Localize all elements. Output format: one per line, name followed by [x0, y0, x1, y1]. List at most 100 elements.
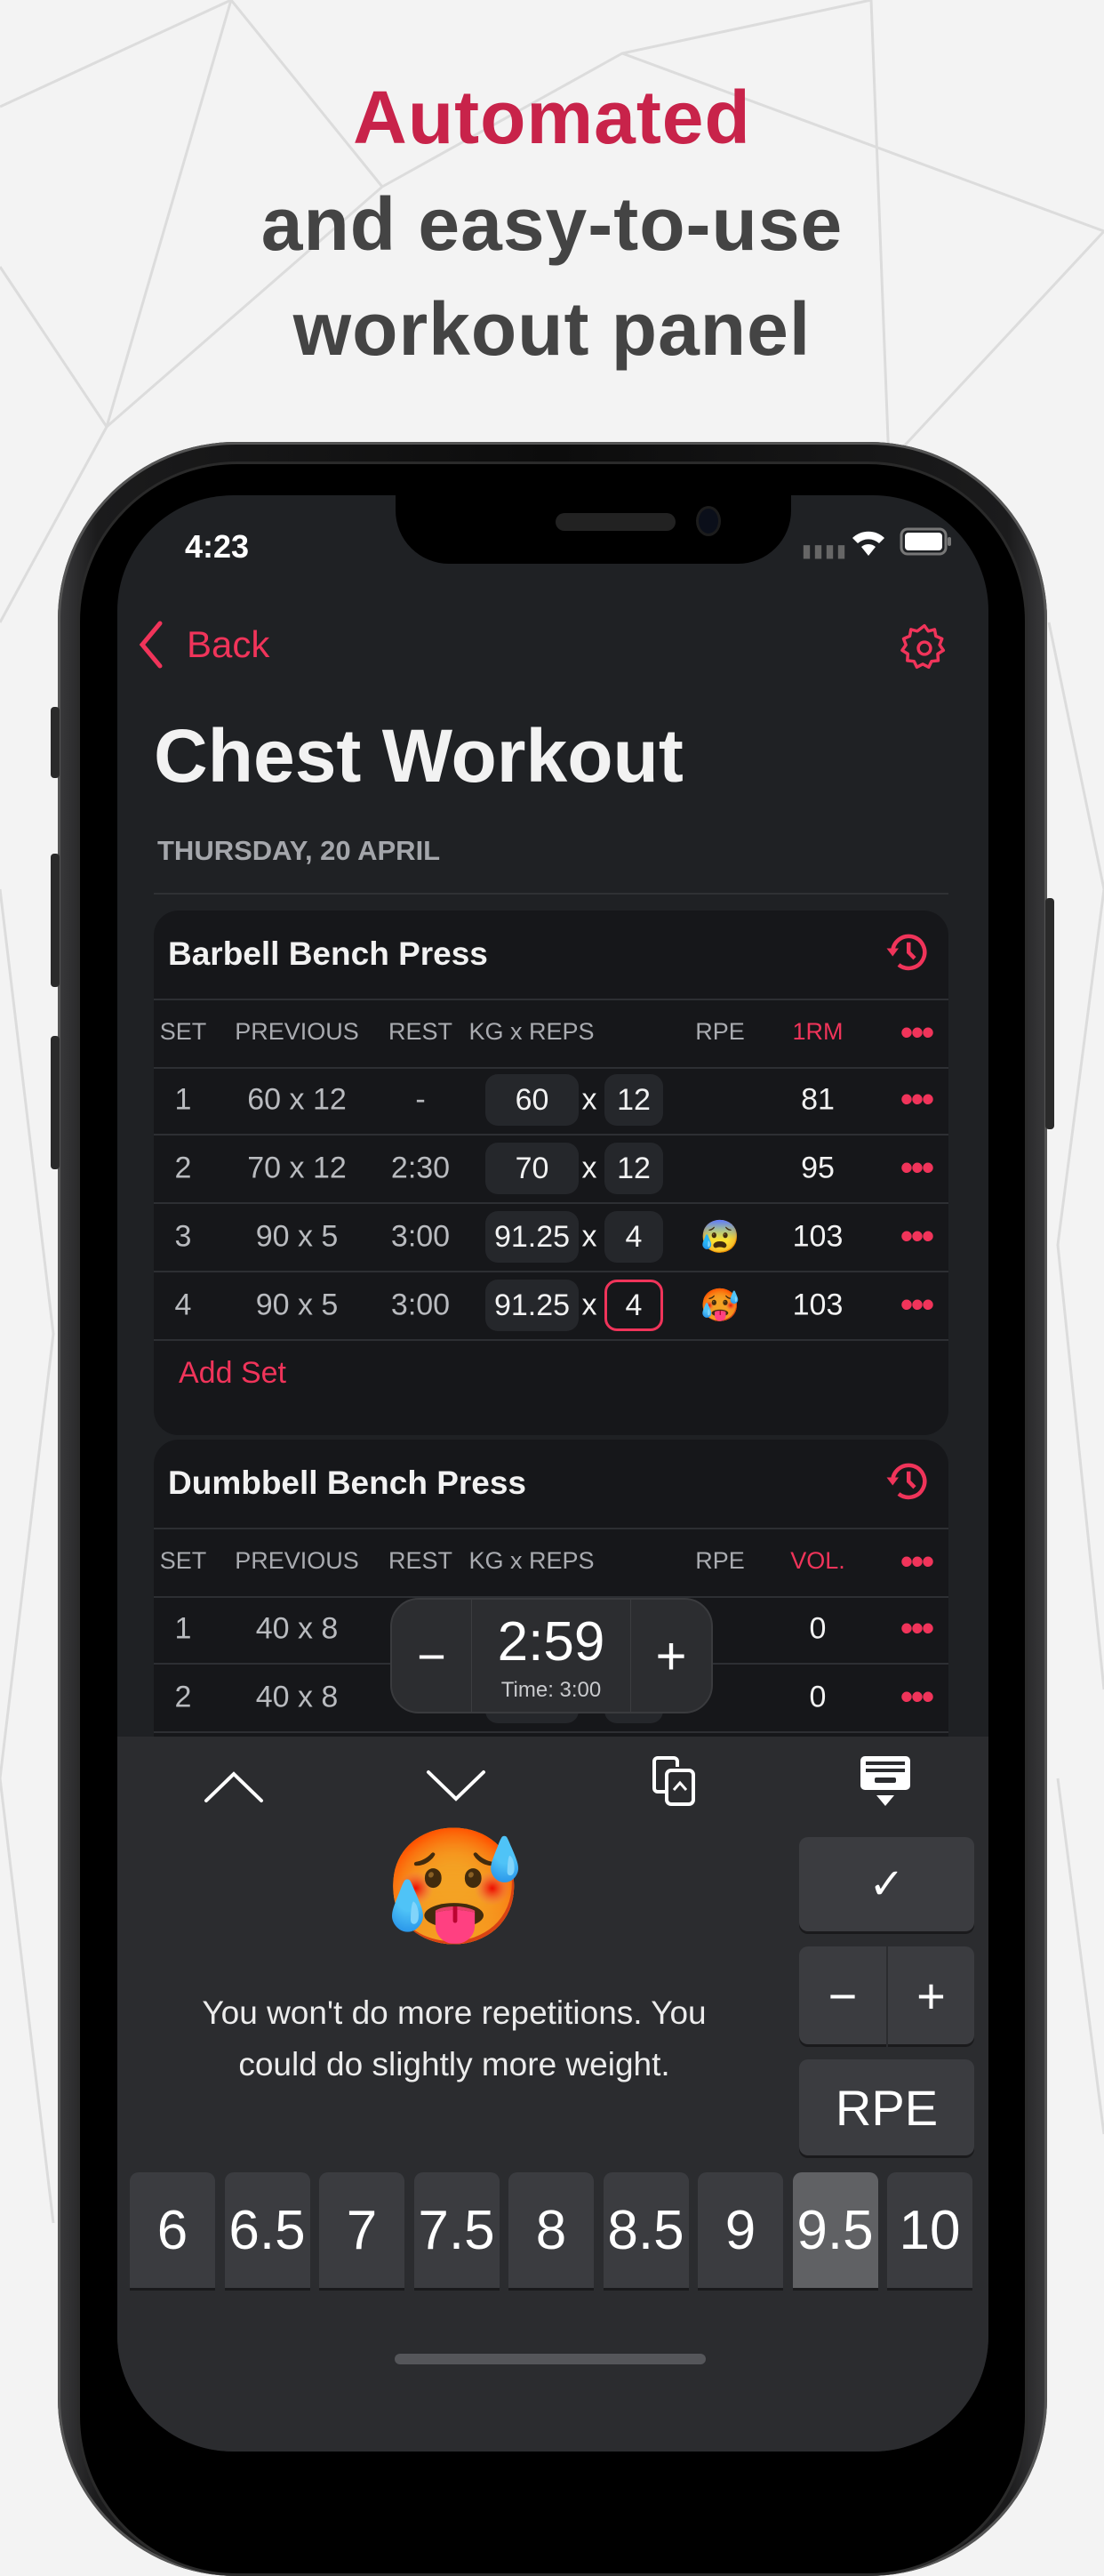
rpe-value-key[interactable]: 8.5: [603, 2172, 689, 2288]
power-button: [1045, 898, 1054, 1129]
chevron-up-icon[interactable]: [203, 1769, 265, 1804]
rpe-message-line-1: You won't do more repetitions. You: [202, 1994, 707, 2031]
exercise-name: Barbell Bench Press: [168, 935, 488, 972]
weight-input[interactable]: 60: [485, 1074, 579, 1126]
home-indicator: [395, 2354, 706, 2364]
previous-value: 90 x 5: [255, 1288, 339, 1322]
copy-previous-icon[interactable]: [651, 1754, 713, 1808]
rpe-value-key[interactable]: 10: [887, 2172, 972, 2288]
chevron-left-icon: [139, 621, 163, 669]
weight-input[interactable]: 91.25: [485, 1280, 579, 1331]
rpe-value-key[interactable]: 8: [508, 2172, 594, 2288]
previous-value: 40 x 8: [255, 1611, 339, 1646]
one-rep-max: 103: [792, 1288, 844, 1322]
rpe-value[interactable]: 😰: [700, 1218, 740, 1256]
status-time: 4:23: [185, 528, 250, 565]
rest-time: 3:00: [390, 1288, 451, 1322]
gear-icon[interactable]: [896, 620, 953, 677]
back-label: Back: [187, 623, 270, 665]
volume: 0: [809, 1680, 827, 1714]
workout-date: THURSDAY, 20 APRIL: [157, 835, 441, 866]
set-options-icon[interactable]: •••: [900, 1149, 934, 1189]
rest-time: -: [415, 1082, 426, 1117]
set-number: 3: [174, 1219, 192, 1254]
rpe-emoji: 🥵: [383, 1824, 525, 1951]
timer-minus-button[interactable]: −: [392, 1600, 472, 1712]
column-header: KG x REPS: [468, 1547, 595, 1574]
more-options-icon[interactable]: •••: [900, 1014, 934, 1054]
column-header: SET: [159, 1547, 207, 1574]
timer-subtitle: Time: 3:00: [500, 1678, 602, 1702]
set-options-icon[interactable]: •••: [900, 1678, 934, 1718]
rpe-value-key[interactable]: 6: [130, 2172, 215, 2288]
rpe-value[interactable]: 🥵: [700, 1287, 740, 1324]
times-sign: x: [581, 1151, 597, 1185]
reps-input[interactable]: 12: [604, 1074, 663, 1126]
rest-time: 3:00: [390, 1219, 451, 1254]
reps-input[interactable]: 12: [604, 1143, 663, 1194]
set-number: 1: [174, 1611, 192, 1646]
column-header: PREVIOUS: [235, 1018, 359, 1045]
column-header: SET: [159, 1018, 207, 1045]
column-header: RPE: [695, 1018, 745, 1045]
back-button[interactable]: Back: [137, 620, 269, 670]
set-number: 1: [174, 1082, 192, 1117]
one-rep-max: 103: [792, 1219, 844, 1254]
timer-plus-button[interactable]: +: [631, 1600, 711, 1712]
weight-input[interactable]: 91.25: [485, 1211, 579, 1263]
volume-up-button: [51, 854, 60, 987]
rpe-value-key[interactable]: 6.5: [224, 2172, 310, 2288]
one-rep-max: 95: [801, 1151, 835, 1185]
column-header: PREVIOUS: [235, 1547, 359, 1574]
exercise-card: Barbell Bench Press SET PREVIOUS REST KG x …: [154, 911, 948, 1435]
history-icon[interactable]: [883, 1457, 931, 1505]
chevron-down-icon[interactable]: [425, 1769, 487, 1804]
rest-time: 2:30: [390, 1151, 451, 1185]
app-screen: 4:23 ▮▮▮▮ Back Chest Workout THURSDAY, 2…: [117, 495, 988, 2452]
column-header: KG x REPS: [468, 1018, 595, 1045]
headline-line-2: and easy-to-use: [260, 182, 844, 266]
rpe-value-key[interactable]: 9.5: [792, 2172, 878, 2288]
signal-icon: ▮▮▮▮: [802, 542, 849, 561]
times-sign: x: [581, 1288, 597, 1322]
rpe-value-key[interactable]: 9: [698, 2172, 783, 2288]
history-icon[interactable]: [883, 928, 931, 976]
wifi-icon: [852, 531, 884, 556]
rpe-value-key[interactable]: 7.5: [413, 2172, 500, 2288]
add-set-button[interactable]: Add Set: [179, 1356, 286, 1391]
rpe-increment-button[interactable]: +: [888, 1946, 974, 2044]
one-rep-max: 81: [801, 1082, 835, 1117]
set-number: 2: [174, 1151, 192, 1185]
weight-input[interactable]: 70: [485, 1143, 579, 1194]
mute-switch: [51, 707, 60, 778]
previous-value: 60 x 12: [247, 1082, 347, 1117]
more-options-icon[interactable]: •••: [900, 1543, 934, 1583]
reps-input[interactable]: 4: [604, 1280, 663, 1331]
timer-value: 2:59: [497, 1611, 605, 1673]
times-sign: x: [581, 1219, 597, 1254]
times-sign: x: [581, 1082, 597, 1117]
keyboard-dismiss-icon[interactable]: [859, 1754, 912, 1808]
column-header: REST: [388, 1018, 453, 1045]
previous-value: 40 x 8: [255, 1680, 339, 1714]
exercise-name: Dumbbell Bench Press: [168, 1465, 527, 1501]
rpe-decrement-button[interactable]: −: [799, 1946, 886, 2044]
set-options-icon[interactable]: •••: [900, 1080, 934, 1120]
rpe-value-key[interactable]: 7: [319, 2172, 404, 2288]
column-header: RPE: [695, 1547, 745, 1574]
divider: [154, 893, 948, 895]
set-options-icon[interactable]: •••: [900, 1286, 934, 1326]
column-header: VOL.: [790, 1547, 845, 1574]
headline-line-3: workout panel: [292, 287, 812, 371]
headline-accent: Automated: [353, 76, 751, 159]
page-title: Chest Workout: [154, 714, 684, 798]
battery-icon: [900, 527, 951, 556]
set-options-icon[interactable]: •••: [900, 1217, 934, 1257]
reps-input[interactable]: 4: [604, 1211, 663, 1263]
rpe-label-button[interactable]: RPE: [799, 2059, 974, 2155]
volume: 0: [809, 1611, 827, 1646]
set-options-icon[interactable]: •••: [900, 1609, 934, 1649]
done-button[interactable]: ✓: [799, 1837, 974, 1931]
rpe-message-line-2: could do slightly more weight.: [238, 2046, 670, 2082]
notch: [396, 495, 791, 564]
